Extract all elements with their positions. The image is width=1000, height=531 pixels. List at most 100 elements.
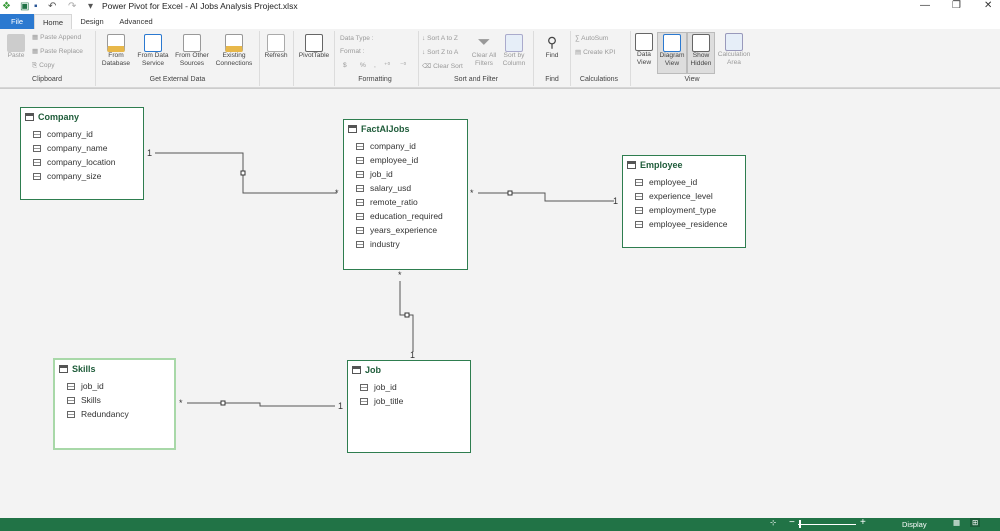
relationship-marker	[507, 190, 513, 196]
table-header[interactable]: Company	[25, 112, 79, 122]
column-name: job_title	[374, 396, 404, 406]
column-item[interactable]: job_id	[360, 382, 397, 392]
relationship-marker	[404, 312, 410, 318]
column-item[interactable]: job_title	[360, 396, 403, 406]
column-name: company_size	[47, 171, 102, 181]
column-item[interactable]: salary_usd	[356, 183, 411, 193]
column-item[interactable]: company_id	[356, 141, 416, 151]
column-item[interactable]: employee_residence	[635, 219, 727, 229]
table-factaijobs[interactable]: FactAIJobs company_id employee_id job_id…	[343, 119, 468, 270]
column-name: Skills	[81, 395, 101, 405]
column-item[interactable]: job_id	[67, 381, 104, 391]
table-header[interactable]: Skills	[59, 364, 96, 374]
column-icon	[67, 396, 75, 404]
column-item[interactable]: company_location	[33, 157, 116, 167]
cardinality-one: 1	[410, 350, 416, 360]
column-item[interactable]: education_required	[356, 211, 443, 221]
column-item[interactable]: Redundancy	[67, 409, 129, 419]
column-name: remote_ratio	[370, 197, 418, 207]
table-icon	[352, 366, 361, 374]
column-name: job_id	[370, 169, 393, 179]
column-icon	[33, 144, 41, 152]
table-name: Skills	[72, 364, 96, 374]
column-icon	[356, 226, 364, 234]
cardinality-one: 1	[613, 196, 619, 206]
column-item[interactable]: employee_id	[635, 177, 697, 187]
table-icon	[59, 365, 68, 373]
column-icon	[67, 382, 75, 390]
column-name: experience_level	[649, 191, 713, 201]
cardinality-one: 1	[338, 401, 344, 411]
column-icon	[356, 212, 364, 220]
column-icon	[33, 172, 41, 180]
column-item[interactable]: remote_ratio	[356, 197, 418, 207]
relationship-fact-employee[interactable]	[478, 192, 614, 202]
column-name: company_id	[47, 129, 93, 139]
column-icon	[635, 206, 643, 214]
table-company[interactable]: Company company_id company_name company_…	[20, 107, 144, 200]
cardinality-one: 1	[147, 148, 153, 158]
column-name: years_experience	[370, 225, 438, 235]
zoom-slider[interactable]	[798, 524, 856, 525]
column-name: job_id	[374, 382, 397, 392]
relationship-marker	[220, 400, 226, 406]
column-icon	[360, 383, 368, 391]
table-header[interactable]: FactAIJobs	[348, 124, 410, 134]
status-bar: ⊹ − + Display ▦ ⊞	[0, 517, 1000, 531]
column-icon	[356, 156, 364, 164]
column-item[interactable]: Skills	[67, 395, 101, 405]
table-header[interactable]: Employee	[627, 160, 683, 170]
column-icon	[356, 170, 364, 178]
column-name: salary_usd	[370, 183, 412, 193]
table-skills[interactable]: Skills job_id Skills Redundancy	[53, 358, 176, 450]
column-name: employee_id	[370, 155, 419, 165]
column-icon	[356, 240, 364, 248]
table-icon	[25, 113, 34, 121]
column-name: employee_residence	[649, 219, 728, 229]
column-name: employee_id	[649, 177, 698, 187]
column-item[interactable]: job_id	[356, 169, 393, 179]
column-icon	[356, 198, 364, 206]
column-item[interactable]: experience_level	[635, 191, 713, 201]
fit-to-screen-icon[interactable]: ⊹	[770, 518, 776, 527]
cardinality-many: *	[470, 188, 474, 198]
column-icon	[33, 158, 41, 166]
column-name: company_id	[370, 141, 416, 151]
column-item[interactable]: company_id	[33, 129, 93, 139]
zoom-in-button[interactable]: +	[860, 517, 866, 528]
relationship-marker	[240, 170, 246, 176]
column-icon	[635, 220, 643, 228]
relationship-company-fact[interactable]	[155, 152, 337, 194]
column-item[interactable]: industry	[356, 239, 400, 249]
column-icon	[356, 184, 364, 192]
column-name: industry	[370, 239, 400, 249]
column-item[interactable]: employee_id	[356, 155, 418, 165]
zoom-slider-thumb[interactable]	[799, 520, 801, 528]
display-label: Display	[902, 520, 927, 529]
column-item[interactable]: company_name	[33, 143, 107, 153]
cardinality-many: *	[179, 398, 183, 408]
table-name: Employee	[640, 160, 683, 170]
column-name: job_id	[81, 381, 104, 391]
data-view-icon[interactable]: ▦	[953, 518, 960, 527]
column-name: company_location	[47, 157, 116, 167]
column-icon	[356, 142, 364, 150]
column-icon	[635, 192, 643, 200]
column-item[interactable]: years_experience	[356, 225, 437, 235]
diagram-view-icon[interactable]: ⊞	[970, 518, 981, 527]
column-name: employment_type	[649, 205, 717, 215]
column-name: education_required	[370, 211, 443, 221]
table-icon	[627, 161, 636, 169]
table-job[interactable]: Job job_id job_title	[347, 360, 471, 453]
column-item[interactable]: employment_type	[635, 205, 716, 215]
relationship-skills-job[interactable]	[187, 402, 335, 407]
table-header[interactable]: Job	[352, 365, 381, 375]
cardinality-many: *	[335, 188, 339, 198]
column-icon	[635, 178, 643, 186]
column-icon	[33, 130, 41, 138]
zoom-out-button[interactable]: −	[789, 517, 795, 528]
column-item[interactable]: company_size	[33, 171, 101, 181]
table-name: Company	[38, 112, 80, 122]
column-name: company_name	[47, 143, 108, 153]
table-employee[interactable]: Employee employee_id experience_level em…	[622, 155, 746, 248]
